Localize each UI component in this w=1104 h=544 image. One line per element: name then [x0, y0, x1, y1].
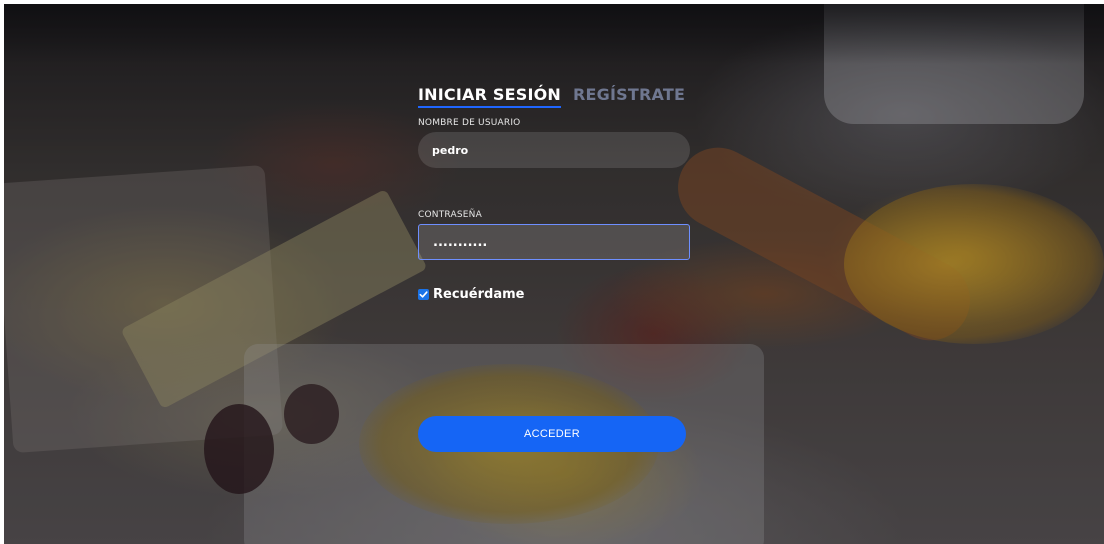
- login-button[interactable]: ACCEDER: [418, 416, 686, 452]
- username-input[interactable]: [418, 132, 690, 168]
- remember-me-toggle[interactable]: Recuérdame: [418, 287, 690, 302]
- password-label: CONTRASEÑA: [418, 210, 482, 220]
- tab-register[interactable]: REGÍSTRATE: [573, 85, 685, 108]
- username-label: NOMBRE DE USUARIO: [418, 118, 521, 128]
- tab-login[interactable]: INICIAR SESIÓN: [418, 85, 561, 108]
- auth-tabs: INICIAR SESIÓN REGÍSTRATE: [418, 84, 690, 108]
- remember-me-checkbox[interactable]: [418, 289, 429, 300]
- login-panel: INICIAR SESIÓN REGÍSTRATE NOMBRE DE USUA…: [418, 84, 690, 452]
- password-input[interactable]: [418, 224, 690, 260]
- check-icon: [419, 291, 428, 298]
- login-screen: INICIAR SESIÓN REGÍSTRATE NOMBRE DE USUA…: [4, 4, 1104, 544]
- remember-me-label: Recuérdame: [433, 287, 525, 302]
